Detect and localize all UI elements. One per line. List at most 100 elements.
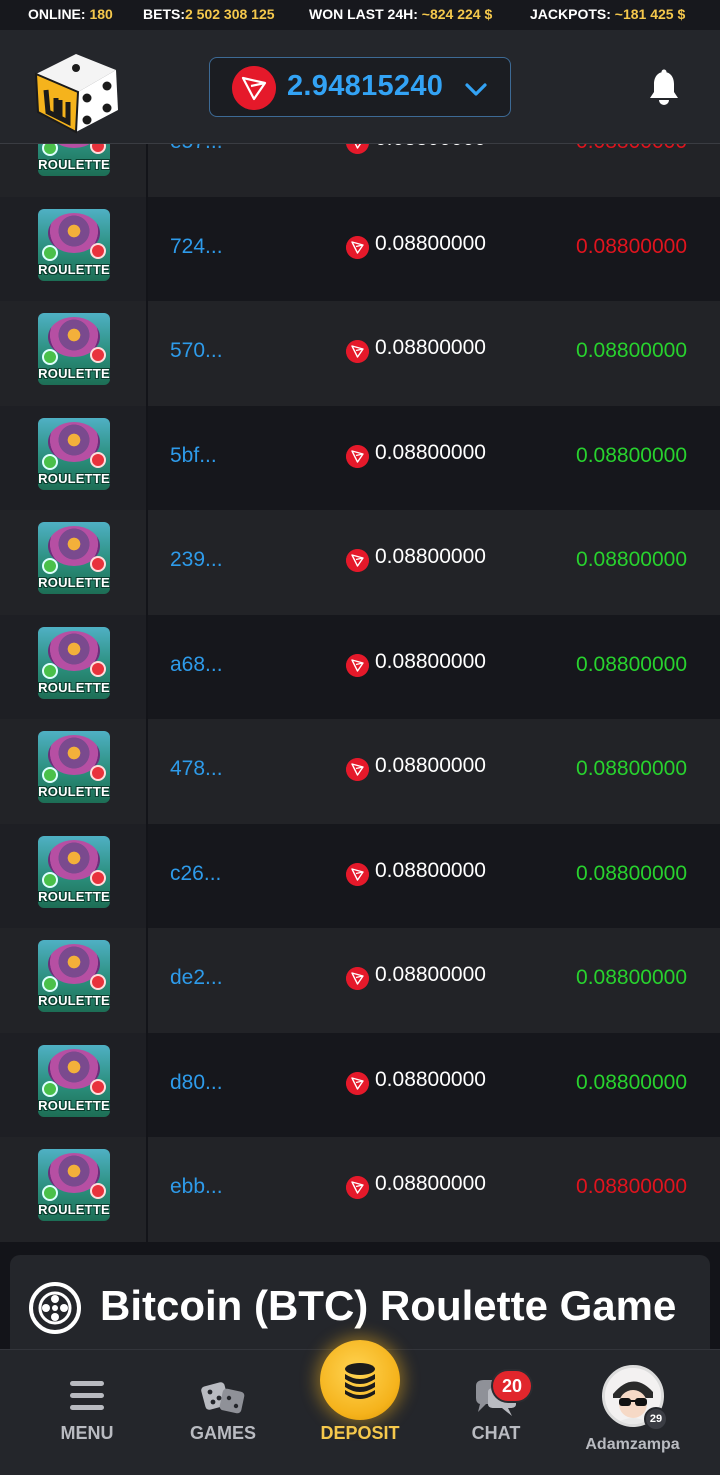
payout-amount: 0.08800000 — [576, 234, 687, 258]
bet-id-link[interactable]: 5bf... — [170, 444, 217, 468]
chip-graphic — [90, 765, 106, 781]
bet-id-link[interactable]: ebb... — [170, 1175, 223, 1199]
bet-amount: 0.08800000 — [375, 336, 486, 359]
payout-amount: 0.08800000 — [576, 861, 687, 885]
chip-graphic — [42, 662, 58, 679]
bets-list: ROULETTEe57...0.088000000.08800000ROULET… — [0, 144, 720, 1244]
chevron-down-icon — [465, 83, 487, 96]
bet-row[interactable]: ROULETTE de2... 0.08800000 0.08800000 — [0, 928, 720, 1033]
balance-amount: 2.94815240 — [287, 70, 444, 102]
game-label: ROULETTE — [38, 993, 110, 1008]
chip-graphic — [42, 1185, 58, 1201]
chip-graphic — [42, 453, 58, 470]
username[interactable]: Adamzampa — [560, 1436, 705, 1454]
tron-icon — [346, 862, 369, 886]
bets-stat: BETS:2 502 308 125 — [143, 6, 275, 22]
game-label: ROULETTE — [38, 261, 110, 277]
tron-icon — [346, 758, 369, 781]
chip-graphic — [90, 660, 106, 677]
roulette-game-icon[interactable]: ROULETTE — [38, 835, 110, 908]
chip-graphic — [90, 1078, 106, 1095]
bet-id-link[interactable]: e57... — [170, 144, 223, 154]
bet-amount: 0.08800000 — [375, 440, 486, 464]
roulette-game-icon[interactable]: ROULETTE — [38, 731, 110, 803]
bet-row[interactable]: ROULETTE 478... 0.08800000 0.08800000 — [0, 719, 720, 824]
game-title: Bitcoin (BTC) Roulette Game — [100, 1282, 677, 1329]
roulette-game-icon[interactable]: ROULETTE — [38, 313, 110, 385]
chip-graphic — [90, 974, 106, 990]
roulette-icon — [29, 1282, 81, 1334]
payout-amount: 0.08800000 — [576, 443, 687, 467]
game-label: ROULETTE — [38, 784, 110, 799]
payout-amount: 0.08800000 — [576, 548, 687, 571]
bet-id-link[interactable]: d80... — [170, 1071, 223, 1095]
bet-id-link[interactable]: 724... — [170, 235, 223, 259]
payout-amount: 0.08800000 — [576, 966, 687, 989]
nav-chat[interactable]: CHAT — [431, 1350, 561, 1475]
bet-row[interactable]: ROULETTE c26... 0.08800000 0.08800000 — [0, 823, 720, 928]
bet-row[interactable]: ROULETTE 724... 0.08800000 0.08800000 — [0, 196, 720, 301]
nav-games[interactable]: GAMES — [158, 1350, 288, 1475]
bet-id-link[interactable]: 239... — [170, 548, 223, 572]
chip-graphic — [90, 556, 106, 572]
bell-icon[interactable] — [644, 68, 684, 108]
nav-menu[interactable]: MENU — [22, 1350, 152, 1475]
bet-amount: 0.08800000 — [375, 144, 486, 151]
bet-amount: 0.08800000 — [375, 231, 486, 255]
chip-graphic — [90, 144, 106, 154]
payout-amount: 0.08800000 — [576, 652, 687, 676]
header: 2.94815240 — [0, 30, 720, 144]
dice-logo-icon[interactable] — [30, 40, 124, 134]
bottom-nav: MENU GAMES DEPOSIT CHAT 20 29 Adamzampa — [0, 1340, 720, 1475]
roulette-game-icon[interactable]: ROULETTE — [38, 522, 110, 594]
roulette-game-icon[interactable]: ROULETTE — [38, 417, 110, 490]
roulette-game-icon[interactable]: ROULETTE — [38, 1149, 110, 1221]
bet-id-link[interactable]: c26... — [170, 862, 221, 886]
game-label: ROULETTE — [38, 1097, 110, 1113]
roulette-game-icon[interactable]: ROULETTE — [38, 626, 110, 699]
tron-icon — [346, 653, 369, 677]
bet-id-link[interactable]: de2... — [170, 966, 223, 990]
payout-amount: 0.08800000 — [576, 1070, 687, 1094]
chip-graphic — [42, 349, 58, 365]
roulette-game-icon[interactable]: ROULETTE — [38, 208, 110, 281]
tron-icon — [346, 549, 369, 572]
chip-graphic — [90, 1183, 106, 1199]
bet-id-link[interactable]: 478... — [170, 757, 223, 781]
game-label: ROULETTE — [38, 575, 110, 590]
chip-graphic — [42, 244, 58, 261]
tron-icon — [346, 444, 369, 468]
chip-graphic — [42, 871, 58, 888]
roulette-game-icon[interactable]: ROULETTE — [38, 940, 110, 1012]
bet-amount: 0.08800000 — [375, 963, 486, 986]
bet-row[interactable]: ROULETTE 239... 0.08800000 0.08800000 — [0, 510, 720, 615]
game-label: ROULETTE — [38, 1202, 110, 1217]
bet-row[interactable]: ROULETTE ebb... 0.08800000 0.08800000 — [0, 1137, 720, 1242]
bet-amount: 0.08800000 — [375, 1172, 486, 1195]
payout-amount: 0.08800000 — [576, 1175, 687, 1198]
roulette-game-icon[interactable]: ROULETTE — [38, 1044, 110, 1117]
chip-graphic — [90, 451, 106, 468]
nav-deposit[interactable]: DEPOSIT — [295, 1350, 425, 1475]
bet-row[interactable]: ROULETTE 5bf... 0.08800000 0.08800000 — [0, 405, 720, 510]
dice-icon — [201, 1382, 245, 1414]
tron-icon — [232, 66, 276, 110]
tron-icon — [346, 967, 369, 990]
bet-row[interactable]: ROULETTE a68... 0.08800000 0.08800000 — [0, 614, 720, 719]
bet-id-link[interactable]: 570... — [170, 339, 223, 363]
chip-graphic — [90, 869, 106, 886]
balance-selector[interactable]: 2.94815240 — [209, 57, 511, 117]
bet-row[interactable]: ROULETTE 570... 0.08800000 0.08800000 — [0, 301, 720, 406]
hamburger-icon — [70, 1381, 104, 1410]
bet-id-link[interactable]: a68... — [170, 653, 223, 677]
game-label: ROULETTE — [38, 157, 110, 172]
game-label: ROULETTE — [38, 470, 110, 486]
bet-row[interactable]: ROULETTE d80... 0.08800000 0.08800000 — [0, 1032, 720, 1137]
game-label: ROULETTE — [38, 679, 110, 695]
chip-graphic — [90, 347, 106, 363]
roulette-game-icon[interactable]: ROULETTE — [38, 144, 110, 176]
bet-row[interactable]: ROULETTE e57... 0.08800000 0.08800000 — [0, 144, 720, 197]
game-label: ROULETTE — [38, 888, 110, 904]
tron-icon — [346, 1071, 369, 1095]
stats-bar: ONLINE: 180 BETS:2 502 308 125 WON LAST … — [0, 0, 720, 30]
